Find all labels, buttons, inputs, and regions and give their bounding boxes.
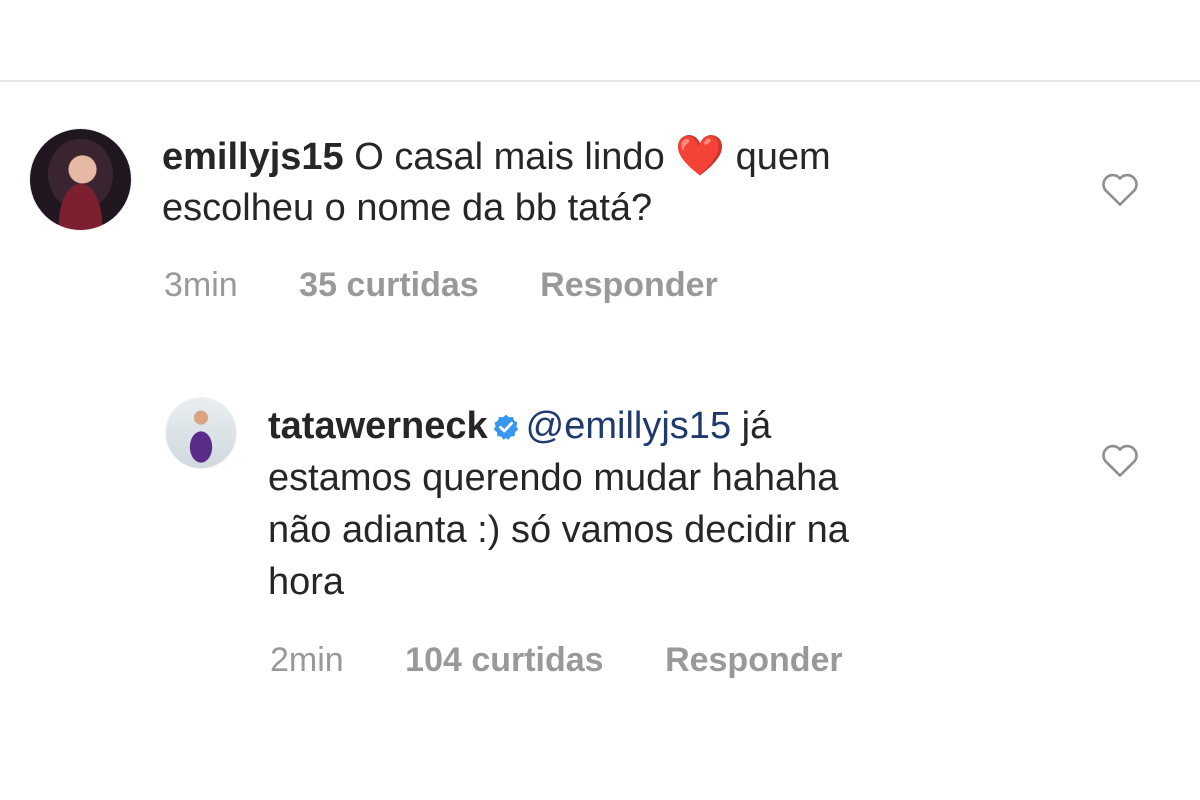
comment-text: quem	[725, 136, 831, 178]
reply-time: 2min	[270, 641, 344, 679]
reply-meta: 2min 104 curtidas Responder	[270, 640, 843, 680]
verified-badge-icon	[493, 414, 518, 440]
top-divider	[0, 80, 1200, 82]
reply-likes[interactable]: 104 curtidas	[405, 640, 603, 680]
comment-text-line-2: escolheu o nome da bb tatá?	[162, 187, 653, 229]
heart-emoji: ❤️	[675, 134, 726, 178]
like-heart-icon[interactable]	[1100, 442, 1140, 478]
reply-button[interactable]: Responder	[665, 640, 843, 680]
comment-time: 3min	[164, 266, 238, 304]
reply-username[interactable]: tatawerneck	[268, 405, 488, 447]
avatar[interactable]	[30, 129, 131, 230]
comment-text-line-1: emillyjs15 O casal mais lindo ❤️ quem	[162, 130, 831, 183]
mention-link[interactable]: @emillyjs15	[526, 405, 731, 447]
comment-text: O casal mais lindo	[343, 136, 676, 178]
avatar[interactable]	[166, 398, 236, 468]
reply-text: já	[731, 405, 772, 447]
like-heart-icon[interactable]	[1100, 171, 1140, 207]
reply-text-line-2: estamos querendo mudar hahaha	[268, 457, 839, 499]
reply-text-line-4: hora	[268, 561, 345, 603]
reply-text-line-3: não adianta :) só vamos decidir na	[268, 509, 849, 551]
comment-likes[interactable]: 35 curtidas	[299, 265, 479, 305]
comment-username[interactable]: emillyjs15	[162, 136, 344, 178]
reply-text-line-1: tatawerneck @emillyjs15 já	[268, 400, 771, 452]
reply-button[interactable]: Responder	[540, 265, 718, 305]
comment-meta: 3min 35 curtidas Responder	[164, 265, 718, 305]
